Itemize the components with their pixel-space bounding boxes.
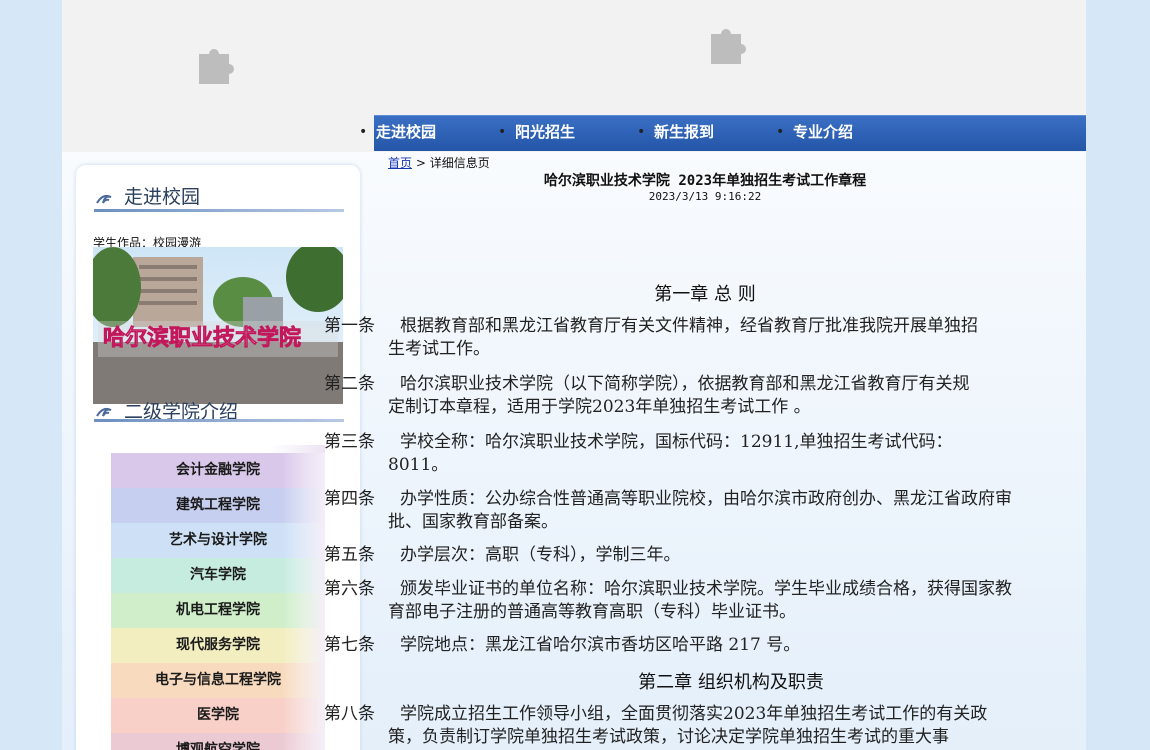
breadcrumb: 首页 > 详细信息页	[388, 154, 490, 171]
chapter-heading: 第一章 总 则	[654, 284, 756, 305]
article-text: 哈尔滨职业技术学院（以下简称学院），依据教育部和黑龙江省教育厅有关规	[400, 374, 970, 394]
article-text: 批、国家教育部备案。	[388, 512, 558, 532]
article-title: 哈尔滨职业技术学院 2023年单独招生考试工作章程	[543, 173, 867, 189]
college-link[interactable]: 博观航空学院	[111, 733, 325, 750]
college-link[interactable]: 会计金融学院	[111, 453, 325, 488]
nav-item-campus[interactable]: 走进校园	[376, 116, 436, 151]
article-text: 学院地点：黑龙江省哈尔滨市香坊区哈平路 217 号。	[400, 635, 801, 655]
article-paragraph: 第七条 学院地点：黑龙江省哈尔滨市香坊区哈平路 217 号。	[324, 634, 1084, 657]
breadcrumb-current: 详细信息页	[429, 156, 490, 170]
article-label: 第二条	[324, 374, 375, 394]
puzzle-plugin-icon	[199, 49, 234, 84]
article-text: 定制订本章程，适用于学院2023年单独招生考试工作 。	[388, 397, 811, 417]
article-date: 2023/3/13 9:16:22	[648, 190, 762, 203]
article-label: 第八条	[324, 704, 375, 724]
article-paragraph: 第六条 颁发毕业证书的单位名称：哈尔滨职业技术学院。学生毕业成绩合格，获得国家教 …	[324, 578, 1084, 624]
nav-bullet: •	[776, 124, 785, 140]
article-text: 8011。	[388, 455, 449, 475]
nav-item-admissions[interactable]: 阳光招生	[515, 116, 575, 151]
puzzle-plugin-icon	[711, 29, 746, 64]
article-text: 颁发毕业证书的单位名称：哈尔滨职业技术学院。学生毕业成绩合格，获得国家教	[400, 579, 1012, 599]
article-label: 第六条	[324, 579, 375, 599]
article-label: 第四条	[324, 489, 375, 509]
section-divider	[94, 419, 344, 422]
college-link[interactable]: 现代服务学院	[111, 628, 325, 663]
nav-bullet: •	[498, 124, 507, 140]
article-paragraph: 第一条 根据教育部和黑龙江省教育厅有关文件精神，经省教育厅批准我院开展单独招 生考…	[324, 315, 1084, 361]
article-paragraph: 第八条 学院成立招生工作领导小组，全面贯彻落实2023年单独招生考试工作的有关政 …	[324, 703, 1084, 749]
campus-section-title: 走进校园	[124, 186, 201, 208]
college-link[interactable]: 建筑工程学院	[111, 488, 325, 523]
nav-bullet: •	[637, 124, 646, 140]
swirl-icon	[96, 194, 112, 204]
college-link[interactable]: 艺术与设计学院	[111, 523, 325, 558]
article-paragraph: 第四条 办学性质：公办综合性普通高等职业院校，由哈尔滨市政府创办、黑龙江省政府审 …	[324, 488, 1084, 534]
article-text: 策，负责制订学院单独招生考试政策，讨论决定学院单独招生考试的重大事	[388, 727, 949, 747]
photo-sign-text: 哈尔滨职业技术学院	[103, 325, 301, 351]
article-text: 学院成立招生工作领导小组，全面贯彻落实2023年单独招生考试工作的有关政	[400, 704, 988, 724]
article-text: 生考试工作。	[388, 339, 490, 359]
article-text: 根据教育部和黑龙江省教育厅有关文件精神，经省教育厅批准我院开展单独招	[400, 316, 978, 336]
sidebar-panel: 走进校园 学生作品：校园漫游 哈尔滨职业技术学院 二级学院介绍 会计金融学院 建…	[76, 165, 360, 750]
article-paragraph: 第二条 哈尔滨职业技术学院（以下简称学院），依据教育部和黑龙江省教育厅有关规 定制…	[324, 373, 1084, 419]
nav-bullet: •	[359, 124, 368, 140]
breadcrumb-home-link[interactable]: 首页	[388, 156, 412, 170]
section-divider	[94, 209, 344, 212]
article-text: 办学性质：公办综合性普通高等职业院校，由哈尔滨市政府创办、黑龙江省政府审	[400, 489, 1012, 509]
article-paragraph: 第五条 办学层次：高职（专科），学制三年。	[324, 544, 1084, 567]
college-list: 会计金融学院 建筑工程学院 艺术与设计学院 汽车学院 机电工程学院 现代服务学院…	[103, 445, 325, 750]
college-link[interactable]: 机电工程学院	[111, 593, 325, 628]
article-text: 办学层次：高职（专科），学制三年。	[400, 545, 681, 565]
campus-photo[interactable]: 哈尔滨职业技术学院	[93, 247, 343, 404]
breadcrumb-separator: >	[415, 156, 426, 170]
main-nav-bar: • 走进校园 • 阳光招生 • 新生报到 • 专业介绍	[359, 115, 1086, 151]
article-label: 第五条	[324, 545, 375, 565]
article-label: 第七条	[324, 635, 375, 655]
article-label: 第一条	[324, 316, 375, 336]
college-link[interactable]: 电子与信息工程学院	[111, 663, 325, 698]
article-content: 首页 > 详细信息页 哈尔滨职业技术学院 2023年单独招生考试工作章程 202…	[324, 152, 1086, 750]
college-link[interactable]: 医学院	[111, 698, 325, 733]
nav-item-registration[interactable]: 新生报到	[654, 116, 714, 151]
article-paragraph: 第三条 学校全称：哈尔滨职业技术学院，国标代码：12911,单独招生考试代码： 8…	[324, 431, 1084, 477]
article-text: 育部电子注册的普通高等教育高职（专科）毕业证书。	[388, 602, 796, 622]
nav-item-majors[interactable]: 专业介绍	[793, 116, 853, 151]
article-text: 学校全称：哈尔滨职业技术学院，国标代码：12911,单独招生考试代码：	[400, 432, 953, 452]
page-container: • 走进校园 • 阳光招生 • 新生报到 • 专业介绍 走进校园 学生作品：校园…	[62, 0, 1086, 750]
article-label: 第三条	[324, 432, 375, 452]
chapter-heading: 第二章 组织机构及职责	[638, 672, 824, 693]
college-link[interactable]: 汽车学院	[111, 558, 325, 593]
